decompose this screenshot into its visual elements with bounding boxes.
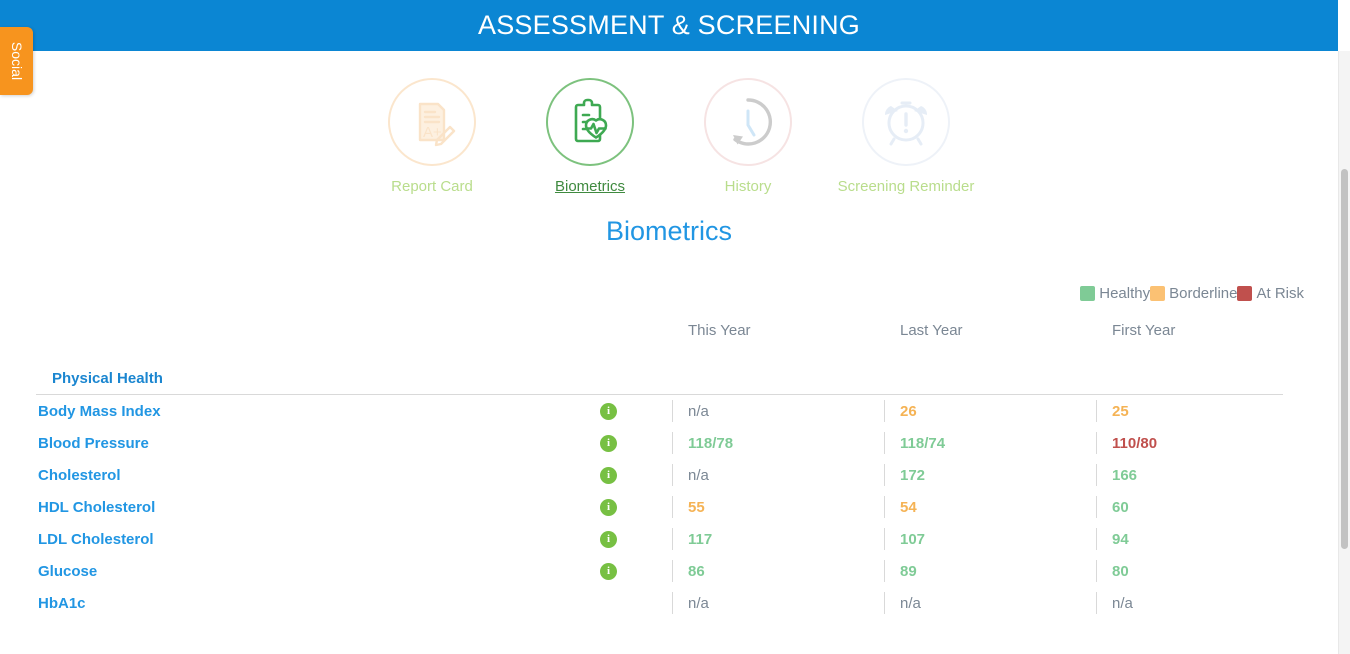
legend-label: Borderline: [1169, 285, 1238, 302]
legend-label: At Risk: [1256, 285, 1304, 302]
legend-swatch-icon: [1150, 286, 1166, 301]
row-info-cell: i: [560, 498, 660, 516]
info-icon[interactable]: i: [600, 466, 617, 484]
table-row: Glucose i 86 89 80: [0, 555, 1338, 587]
legend-item-at-risk: At Risk: [1237, 285, 1304, 302]
row-value-cell: 166: [1084, 459, 1296, 491]
table-row: Blood Pressure i 118/78 118/74 110/80: [0, 427, 1338, 459]
column-header-this-year: This Year: [688, 322, 751, 339]
row-info-cell: i: [560, 434, 660, 452]
table-row: LDL Cholesterol i 117 107 94: [0, 523, 1338, 555]
row-info-cell: i: [560, 562, 660, 580]
nav-item-screening-reminder[interactable]: Screening Reminder: [827, 78, 985, 195]
row-value-cell: 89: [872, 555, 1084, 587]
section-title: Biometrics: [605, 216, 733, 246]
row-value-cell: 60: [1084, 491, 1296, 523]
table-row: HbA1c n/a n/a n/a: [0, 587, 1338, 619]
row-value-cell: 172: [872, 459, 1084, 491]
nav-item-label: Screening Reminder: [837, 178, 975, 195]
row-value-cell: 107: [872, 523, 1084, 555]
status-legend: Healthy Borderline At Risk: [1080, 285, 1304, 302]
vertical-scrollbar[interactable]: [1338, 51, 1350, 654]
row-label: Cholesterol: [38, 466, 121, 484]
row-value-cell: 118/78: [660, 427, 872, 459]
table-row: Cholesterol i n/a 172 166: [0, 459, 1338, 491]
section-nav: A+ Report Card Biometrics History Screening …: [0, 78, 1338, 195]
nav-item-label: Biometrics: [554, 178, 625, 195]
nav-item-biometrics[interactable]: Biometrics: [511, 78, 669, 195]
nav-item-label: History: [724, 178, 772, 195]
section-header-physical-health: Physical Health: [52, 370, 163, 387]
row-info-cell: i: [560, 530, 660, 548]
row-value-cell: 110/80: [1084, 427, 1296, 459]
table-body: Body Mass Index i n/a 26 25 Blood Pressure i 11…: [0, 395, 1338, 619]
info-icon[interactable]: i: [600, 402, 617, 420]
row-label: Blood Pressure: [38, 434, 149, 452]
row-label: Body Mass Index: [38, 402, 161, 420]
legend-label: Healthy: [1099, 285, 1151, 302]
row-value-cell: 26: [872, 395, 1084, 427]
row-value-cell: 80: [1084, 555, 1296, 587]
nav-item-report-card[interactable]: A+ Report Card: [353, 78, 511, 195]
assessment-screening-page: ASSESSMENT & SCREENING Social A+ Report C…: [0, 0, 1350, 654]
social-side-tab-label: Social: [8, 41, 25, 81]
clipboard-heart-icon[interactable]: [546, 78, 634, 166]
row-label: HDL Cholesterol: [38, 498, 156, 516]
nav-item-label: Report Card: [391, 178, 473, 195]
vertical-scrollbar-thumb[interactable]: [1341, 169, 1348, 549]
clock-history-icon[interactable]: [704, 78, 792, 166]
biometrics-table: This Year Last Year First Year Physical …: [0, 322, 1338, 619]
info-icon[interactable]: i: [600, 562, 617, 580]
row-info-cell: i: [560, 402, 660, 420]
column-header-first-year: First Year: [1112, 322, 1176, 339]
info-icon[interactable]: i: [600, 434, 617, 452]
page-header-bar: ASSESSMENT & SCREENING: [0, 0, 1338, 51]
row-value-cell: 118/74: [872, 427, 1084, 459]
row-label: Glucose: [38, 562, 98, 580]
row-value-cell: 25: [1084, 395, 1296, 427]
report-card-icon[interactable]: A+: [388, 78, 476, 166]
legend-item-healthy: Healthy: [1080, 285, 1150, 302]
legend-swatch-icon: [1080, 286, 1096, 301]
row-value-cell: n/a: [872, 587, 1084, 619]
info-icon[interactable]: i: [600, 530, 617, 548]
row-value-cell: 94: [1084, 523, 1296, 555]
row-value-cell: 117: [660, 523, 872, 555]
table-row: HDL Cholesterol i 55 54 60: [0, 491, 1338, 523]
row-info-cell: i: [560, 466, 660, 484]
row-value-cell: 55: [660, 491, 872, 523]
info-icon[interactable]: i: [600, 498, 617, 516]
row-label: LDL Cholesterol: [38, 530, 154, 548]
alarm-clock-icon[interactable]: [862, 78, 950, 166]
row-value-cell: 54: [872, 491, 1084, 523]
row-value-cell: n/a: [660, 395, 872, 427]
legend-item-borderline: Borderline: [1150, 285, 1237, 302]
row-value-cell: n/a: [660, 587, 872, 619]
row-label: HbA1c: [38, 594, 86, 612]
page-title-header: ASSESSMENT & SCREENING: [478, 10, 860, 40]
legend-swatch-icon: [1237, 286, 1253, 301]
table-row: Body Mass Index i n/a 26 25: [0, 395, 1338, 427]
row-value-cell: n/a: [660, 459, 872, 491]
column-header-last-year: Last Year: [900, 322, 963, 339]
row-value-cell: n/a: [1084, 587, 1296, 619]
row-value-cell: 86: [660, 555, 872, 587]
table-column-headers: This Year Last Year First Year: [0, 322, 1338, 370]
nav-item-history[interactable]: History: [669, 78, 827, 195]
